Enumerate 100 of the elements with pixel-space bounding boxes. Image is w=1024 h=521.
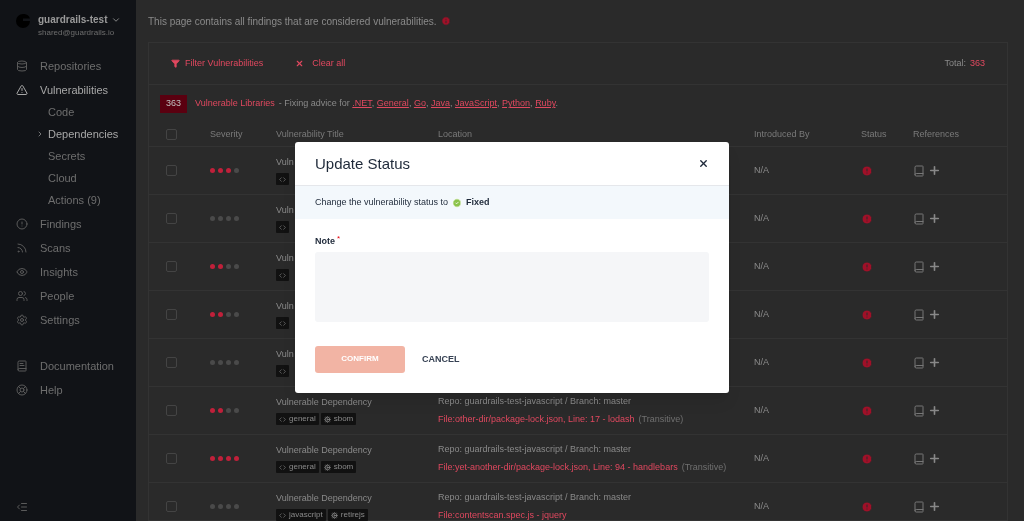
nav-icon [16, 360, 28, 372]
plus-icon[interactable] [928, 500, 941, 513]
vulnerability-title[interactable]: Vuln [276, 155, 294, 170]
plus-icon[interactable] [928, 212, 941, 225]
row-checkbox[interactable] [165, 261, 177, 272]
vulnerability-title[interactable]: Vulnerable Dependency [276, 491, 372, 506]
alert-icon [861, 308, 873, 321]
row-checkbox[interactable] [165, 501, 177, 512]
transitive-note: (Transitive) [681, 460, 727, 474]
column-header: Status [861, 128, 887, 139]
nav-icon [16, 290, 28, 302]
status-name: Fixed [466, 196, 490, 209]
book-icon[interactable] [913, 260, 925, 273]
row-checkbox[interactable] [165, 405, 177, 416]
book-icon[interactable] [913, 404, 925, 417]
tag-icon [279, 415, 286, 423]
nav-icon [16, 218, 28, 230]
clear-all-button[interactable]: Clear all [295, 56, 346, 71]
vulnerability-title[interactable]: Vuln [276, 299, 294, 314]
nav-subitem[interactable]: Secrets [48, 147, 86, 165]
transitive-note: (Transitive) [638, 412, 684, 426]
vulnerability-title[interactable]: Vuln [276, 347, 294, 362]
close-icon[interactable] [698, 158, 709, 170]
check-circle-icon [452, 197, 463, 208]
book-icon[interactable] [913, 164, 925, 177]
nav-icon [16, 242, 28, 254]
language-link[interactable]: .NET [352, 98, 372, 109]
vulnerability-title[interactable]: Vuln [276, 251, 294, 266]
row-checkbox[interactable] [165, 213, 177, 224]
fixing-advice-text: - Fixing advice for .NET, General, Go, Java, JavaScript, Python, Ruby. [278, 97, 558, 111]
vulnerable-libraries-link[interactable]: Vulnerable Libraries [195, 97, 275, 111]
nav-subitem[interactable]: Actions (9) [48, 191, 101, 209]
book-icon[interactable] [913, 308, 925, 321]
plus-icon[interactable] [928, 404, 941, 417]
book-icon[interactable] [913, 452, 925, 465]
plus-icon[interactable] [928, 308, 941, 321]
nav-icon [16, 384, 28, 396]
nav-item[interactable]: Documentation [40, 357, 114, 375]
collapse-sidebar-icon[interactable] [16, 501, 28, 513]
file-link[interactable]: File:contentscan.spec.js - jquery [438, 508, 567, 521]
nav-item[interactable]: Help [40, 381, 63, 399]
language-link[interactable]: Java [430, 98, 450, 109]
alert-icon [861, 500, 873, 513]
alert-icon [861, 452, 873, 465]
introduced-by-text: N/A [754, 500, 769, 511]
dialog-title: Update Status [315, 153, 411, 174]
vulnerability-title[interactable]: Vuln [276, 203, 294, 218]
vulnerability-title[interactable]: Vulnerable Dependency [276, 395, 372, 410]
column-header: Introduced By [754, 128, 810, 139]
tag-icon [323, 415, 331, 423]
tag-icon [279, 463, 286, 471]
column-header: Severity [210, 128, 243, 139]
book-icon[interactable] [913, 212, 925, 225]
nav-subitem[interactable]: Code [48, 103, 75, 121]
plus-icon[interactable] [928, 164, 941, 177]
required-mark: * [337, 235, 341, 244]
plus-icon[interactable] [928, 452, 941, 465]
select-all-checkbox[interactable] [165, 129, 177, 140]
nav-subitem[interactable]: Cloud [48, 169, 77, 187]
book-icon[interactable] [913, 500, 925, 513]
alert-icon [861, 356, 873, 369]
count-badge: 363 [160, 95, 188, 113]
alert-icon [861, 212, 873, 225]
language-link[interactable]: General [376, 98, 409, 109]
plus-icon[interactable] [928, 356, 941, 369]
note-label: Note [315, 235, 335, 249]
nav-item[interactable]: Repositories [40, 57, 102, 75]
row-checkbox[interactable] [165, 357, 177, 368]
nav-subitem[interactable]: Dependencies [48, 125, 119, 143]
alert-icon [861, 260, 873, 273]
workspace-name[interactable]: guardrails-test [38, 12, 108, 27]
nav-item[interactable]: Findings [40, 215, 82, 233]
filter-vulnerabilities-button[interactable]: Filter Vulnerabilities [171, 56, 264, 71]
repo-branch-text: Repo: guardrails-test-javascript / Branch: master [438, 395, 632, 408]
file-link[interactable]: File:other-dir/package-lock.json, Line: 17 - lodash [438, 412, 635, 426]
row-checkbox[interactable] [165, 309, 177, 320]
row-checkbox[interactable] [165, 165, 177, 176]
tag: javascript [276, 509, 326, 521]
tag: general [276, 413, 319, 426]
cancel-button[interactable]: CANCEL [421, 352, 461, 366]
nav-item[interactable]: Scans [40, 239, 71, 257]
book-icon[interactable] [913, 356, 925, 369]
tag-icon [279, 511, 286, 519]
nav-icon [16, 314, 28, 326]
alert-icon [861, 164, 873, 177]
total-count: 363 [969, 56, 985, 70]
file-link[interactable]: File:yet-another-dir/package-lock.json, Line: 94 - handlebars [438, 460, 678, 474]
plus-icon[interactable] [928, 260, 941, 273]
nav-item[interactable]: Settings [40, 311, 80, 329]
nav-item[interactable]: People [40, 287, 75, 305]
nav-item[interactable]: Insights [40, 263, 78, 281]
nav-item[interactable]: Vulnerabilities [40, 81, 109, 99]
tag: sbom [320, 461, 357, 474]
filter-icon [171, 59, 180, 68]
row-checkbox[interactable] [165, 453, 177, 464]
info-icon[interactable] [440, 16, 451, 26]
language-link[interactable]: Go [413, 98, 426, 109]
column-header: Location [438, 128, 473, 139]
vulnerability-title[interactable]: Vulnerable Dependency [276, 443, 372, 458]
intro-text: This page contains all findings that are considered vulnerabilities. [148, 14, 437, 29]
